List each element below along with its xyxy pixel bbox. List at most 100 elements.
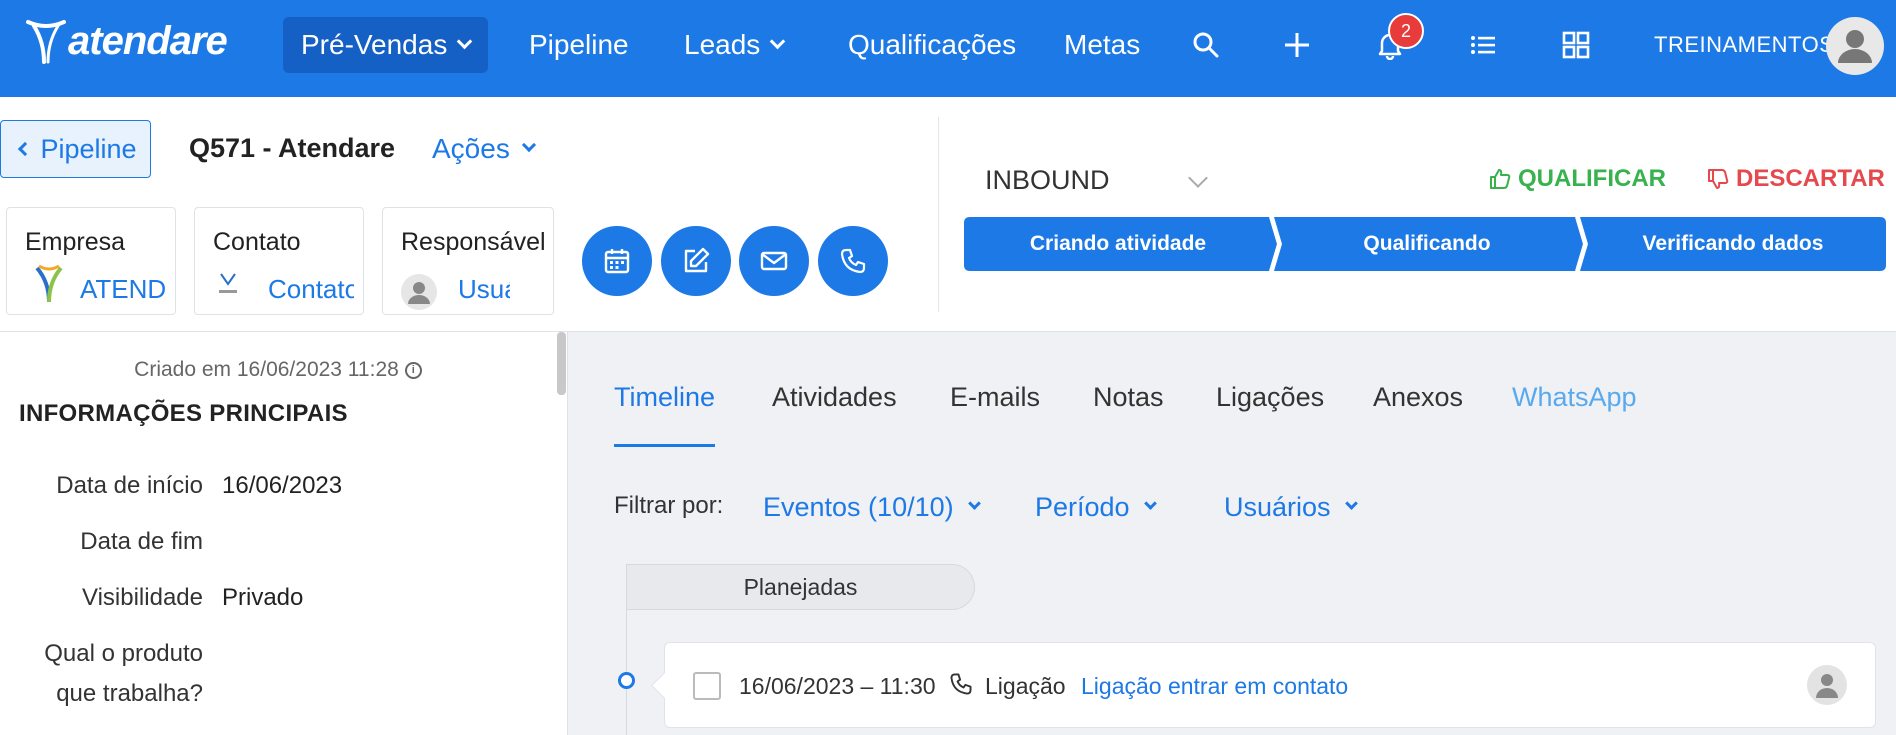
filter-label: Filtrar por: xyxy=(614,492,724,519)
back-button-label: Pipeline xyxy=(40,133,137,164)
event-complete-checkbox[interactable] xyxy=(693,672,721,700)
contact-link[interactable]: Contato xyxy=(268,274,354,305)
chevron-down-icon xyxy=(770,33,786,49)
grid-icon[interactable] xyxy=(1553,22,1599,68)
tab-emails[interactable]: E-mails xyxy=(950,382,1040,413)
chevron-left-icon xyxy=(18,141,33,157)
calendar-icon xyxy=(604,249,630,274)
send-email-button[interactable] xyxy=(739,226,809,296)
company-card-title: Empresa xyxy=(25,228,126,256)
timeline-event[interactable]: 16/06/2023 – 11:30 Ligação Ligação entra… xyxy=(664,642,1876,728)
tab-whatsapp[interactable]: WhatsApp xyxy=(1512,382,1637,413)
qualify-button[interactable]: QUALIFICAR xyxy=(1488,165,1666,193)
chevron-down-icon xyxy=(967,497,981,510)
event-type: Ligação xyxy=(985,673,1066,699)
contact-logo-icon xyxy=(219,273,237,293)
tab-notas[interactable]: Notas xyxy=(1093,382,1164,413)
filter-users-label: Usuários xyxy=(1224,492,1331,522)
tab-timeline[interactable]: Timeline xyxy=(614,382,715,413)
active-tab-indicator xyxy=(614,444,715,447)
stage-progress: Criando atividade Qualificando Verifican… xyxy=(964,217,1886,271)
created-date: Criado em 16/06/2023 11:28 i xyxy=(0,358,556,382)
chevron-down-icon xyxy=(1188,168,1208,188)
event-owner-avatar-icon xyxy=(1807,665,1847,705)
owner-avatar-icon xyxy=(401,274,437,310)
thumbs-down-icon xyxy=(1708,169,1729,189)
user-menu-name[interactable]: TREINAMENTOS xyxy=(1654,32,1834,58)
filter-period-label: Período xyxy=(1035,492,1130,522)
source-value: INBOUND xyxy=(985,165,1110,195)
phone-icon xyxy=(950,673,972,695)
field-label-product-line1: Qual o produto xyxy=(44,640,203,667)
back-to-pipeline-button[interactable]: Pipeline xyxy=(0,120,151,178)
owner-card-title: Responsável xyxy=(401,228,546,256)
actions-dropdown[interactable]: Ações xyxy=(432,133,536,165)
nav-pre-vendas-label: Pré-Vendas xyxy=(301,29,448,60)
event-title-link[interactable]: Ligação entrar em contato xyxy=(1081,673,1348,700)
nav-qualificacoes-label: Qualificações xyxy=(848,29,1017,60)
company-card[interactable]: Empresa ATENDARE xyxy=(6,207,176,315)
owner-card[interactable]: Responsável Usuário xyxy=(382,207,554,315)
field-value-start-date[interactable]: 16/06/2023 xyxy=(222,472,342,500)
nav-pipeline[interactable]: Pipeline xyxy=(529,17,629,73)
discard-label: DESCARTAR xyxy=(1736,165,1885,192)
atendare-logo-icon xyxy=(26,20,66,64)
filter-period-dropdown[interactable]: Período xyxy=(1035,492,1157,523)
user-avatar-icon[interactable] xyxy=(1826,17,1884,75)
list-icon[interactable] xyxy=(1460,22,1506,68)
chevron-down-icon xyxy=(1143,497,1157,510)
header-divider xyxy=(938,117,939,312)
tab-anexos[interactable]: Anexos xyxy=(1373,382,1463,413)
nav-pipeline-label: Pipeline xyxy=(529,29,629,60)
section-title: INFORMAÇÕES PRINCIPAIS xyxy=(19,400,348,427)
nav-leads[interactable]: Leads xyxy=(684,17,786,73)
discard-button[interactable]: DESCARTAR xyxy=(1706,165,1885,193)
timeline-dot xyxy=(618,672,635,689)
record-title: Q571 - Atendare xyxy=(189,133,396,163)
filter-users-dropdown[interactable]: Usuários xyxy=(1224,492,1358,523)
company-logo-icon xyxy=(35,264,63,303)
sidebar-scrollbar[interactable] xyxy=(557,332,566,395)
field-value-visibility[interactable]: Privado xyxy=(222,584,303,612)
stage-criando-atividade[interactable]: Criando atividade xyxy=(964,217,1272,271)
company-link[interactable]: ATENDARE xyxy=(80,274,166,305)
brand-logo[interactable]: atendare xyxy=(26,16,228,66)
info-icon[interactable]: i xyxy=(404,361,422,379)
nav-metas[interactable]: Metas xyxy=(1064,17,1140,73)
record-header: Pipeline Q571 - Atendare Ações Empresa A… xyxy=(0,97,1896,332)
filter-events-label: Eventos (10/10) xyxy=(763,492,954,522)
edit-icon xyxy=(684,247,710,273)
field-label-visibility: Visibilidade xyxy=(82,584,203,611)
nav-metas-label: Metas xyxy=(1064,29,1141,60)
thumbs-up-icon xyxy=(1490,169,1511,189)
search-icon[interactable] xyxy=(1183,22,1229,68)
stage-qualificando[interactable]: Qualificando xyxy=(1274,217,1580,271)
nav-qualificacoes[interactable]: Qualificações xyxy=(848,17,1016,73)
email-icon xyxy=(760,251,788,271)
nav-pre-vendas[interactable]: Pré-Vendas xyxy=(283,17,489,73)
contact-card[interactable]: Contato Contato xyxy=(194,207,364,315)
schedule-activity-button[interactable] xyxy=(582,226,652,296)
event-datetime: 16/06/2023 – 11:30 xyxy=(739,673,936,699)
source-select[interactable]: INBOUND xyxy=(985,165,1208,196)
add-note-button[interactable] xyxy=(661,226,731,296)
chevron-down-icon xyxy=(521,137,536,153)
owner-link[interactable]: Usuário xyxy=(458,274,510,305)
timeline-group-planned: Planejadas xyxy=(627,564,975,610)
plus-icon[interactable] xyxy=(1274,22,1320,68)
stage-verificando-dados[interactable]: Verificando dados xyxy=(1580,217,1886,271)
field-label-start-date: Data de início xyxy=(56,472,203,499)
notification-badge: 2 xyxy=(1388,13,1424,49)
tab-ligacoes[interactable]: Ligações xyxy=(1216,382,1324,413)
phone-icon xyxy=(840,248,866,274)
contact-card-title: Contato xyxy=(213,228,301,256)
qualify-label: QUALIFICAR xyxy=(1518,165,1666,192)
chevron-down-icon xyxy=(1344,497,1358,510)
nav-leads-label: Leads xyxy=(684,29,761,60)
tab-atividades[interactable]: Atividades xyxy=(772,382,897,413)
filter-events-dropdown[interactable]: Eventos (10/10) xyxy=(763,492,981,523)
field-label-end-date: Data de fim xyxy=(80,528,203,555)
info-sidebar: Criado em 16/06/2023 11:28 i INFORMAÇÕES … xyxy=(0,332,568,735)
call-button[interactable] xyxy=(818,226,888,296)
created-text: Criado em 16/06/2023 11:28 xyxy=(134,358,399,381)
